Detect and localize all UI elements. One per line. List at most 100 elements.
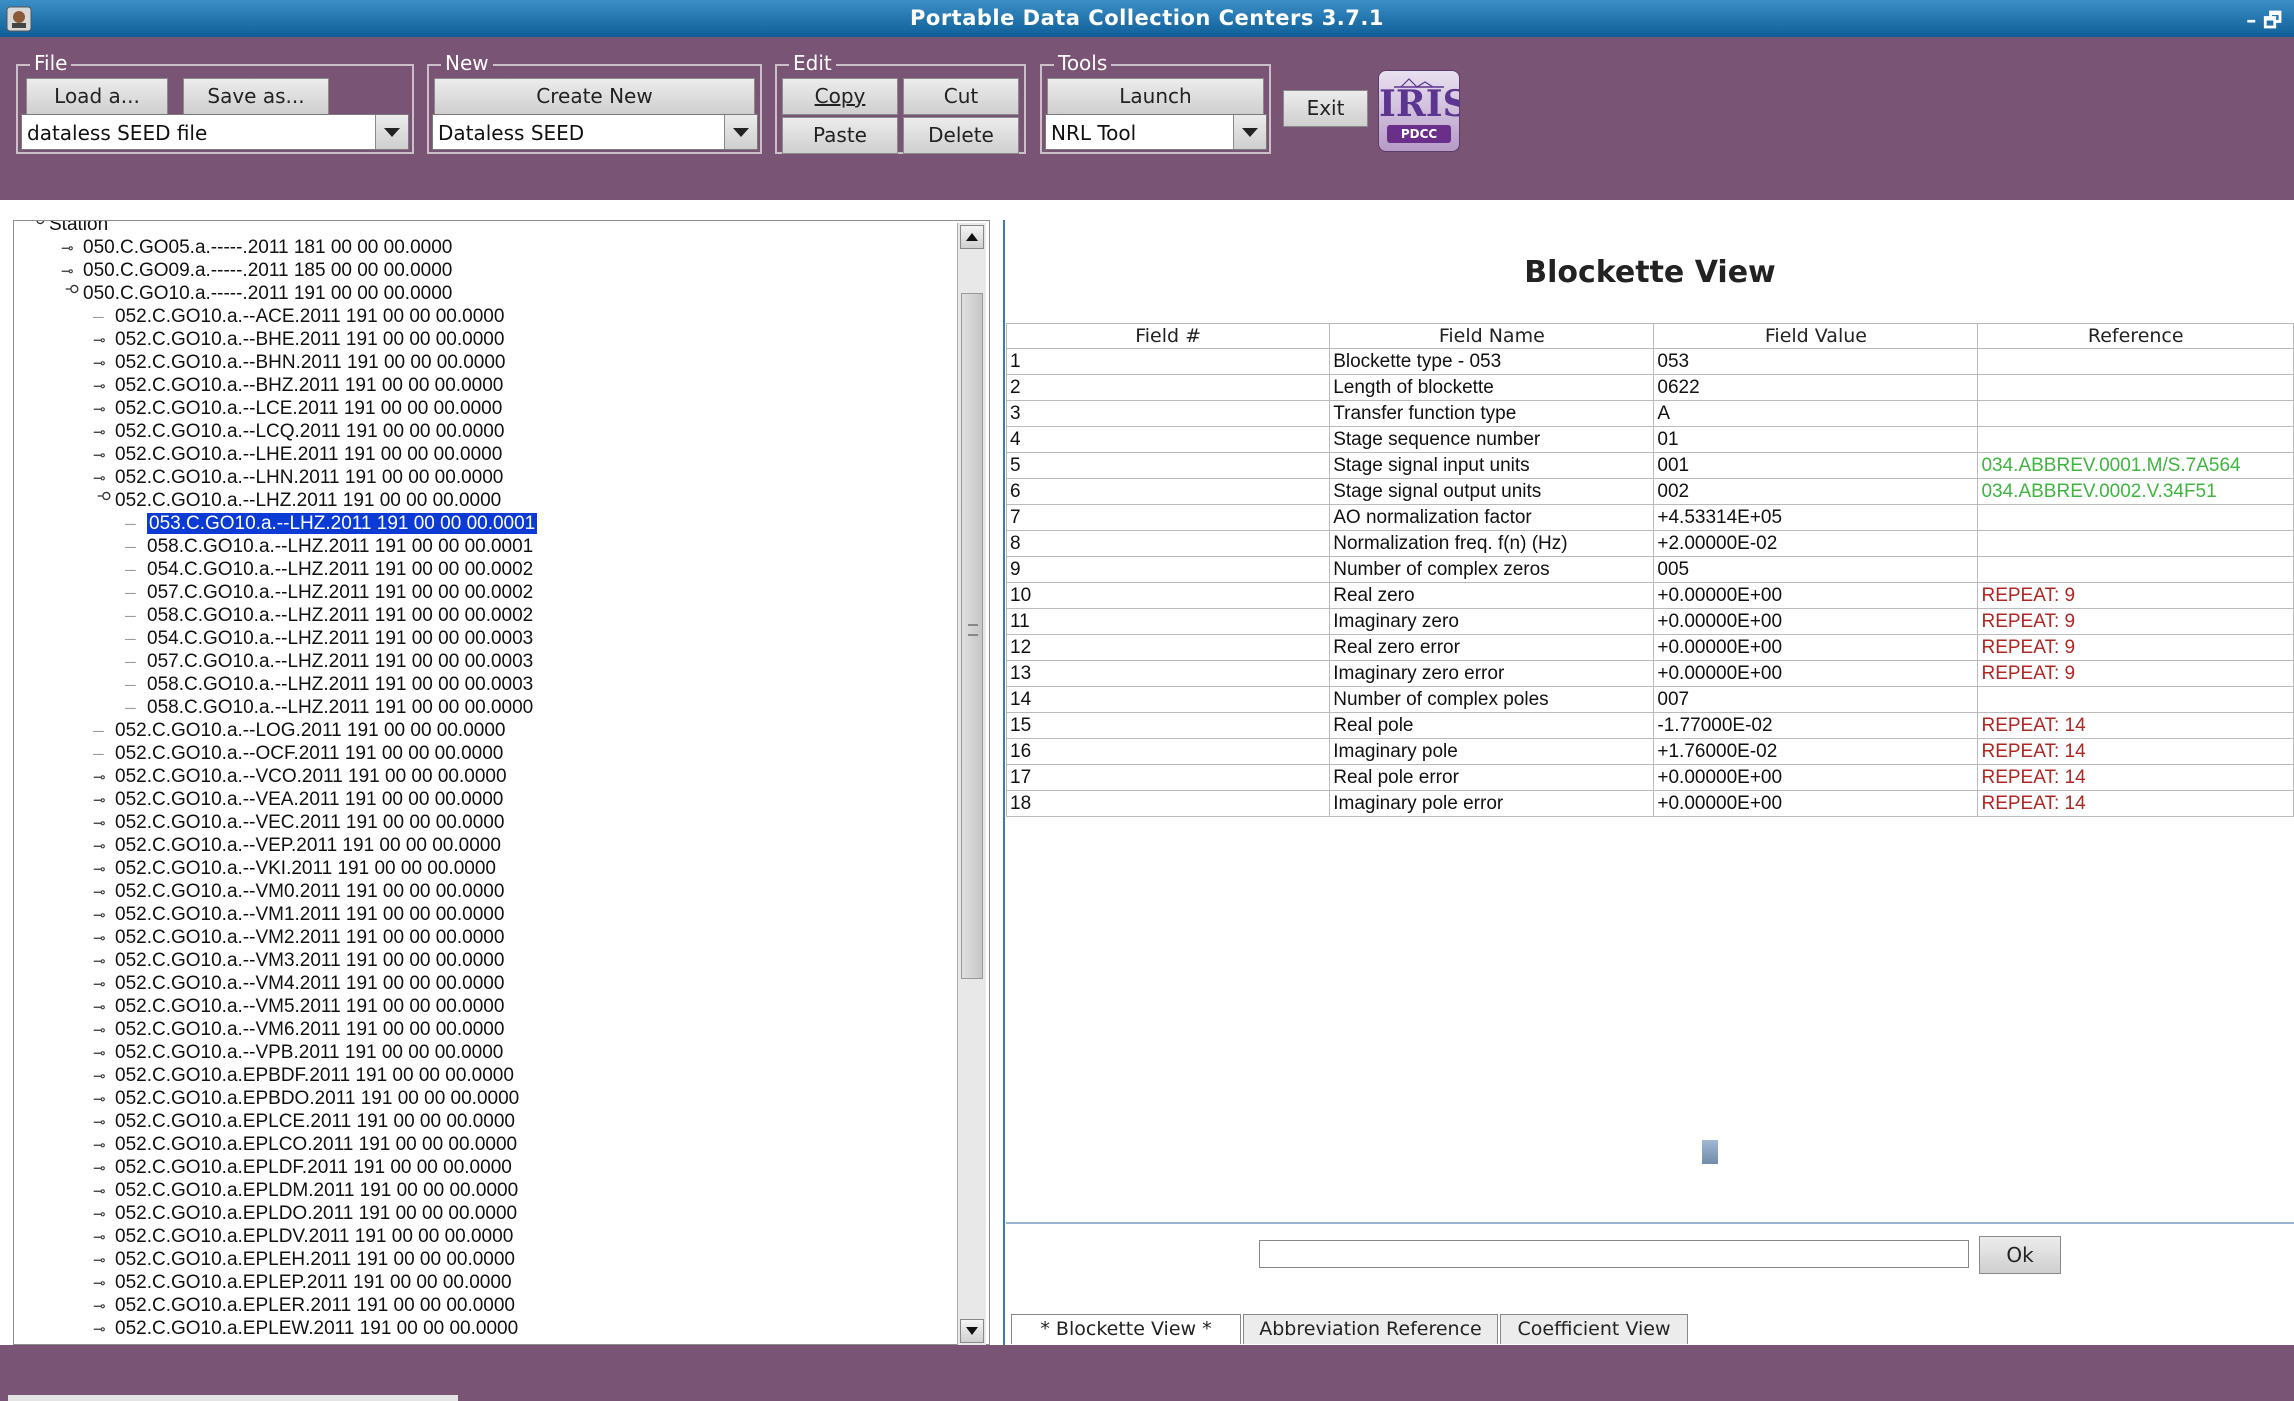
node-collapsed-icon[interactable]: ⊸ <box>93 973 115 996</box>
tree-node[interactable]: ⊸ 052.C.GO10.a.EPBDO.2011 191 00 00 00.00… <box>93 1087 519 1110</box>
tree-node[interactable]: ⊸ 052.C.GO10.a.EPLEP.2011 191 00 00 00.00… <box>93 1271 512 1294</box>
node-collapsed-icon[interactable]: ⊸ <box>93 1157 115 1180</box>
node-collapsed-icon[interactable]: ⊸ <box>93 1203 115 1226</box>
node-collapsed-icon[interactable]: ⊸ <box>93 1318 115 1341</box>
node-collapsed-icon[interactable]: ⊸ <box>93 812 115 835</box>
node-collapsed-icon[interactable]: ⊸ <box>93 398 115 421</box>
node-collapsed-icon[interactable]: ⊸ <box>93 766 115 789</box>
exit-button[interactable]: Exit <box>1283 90 1368 127</box>
message-field[interactable] <box>1259 1240 1969 1268</box>
node-collapsed-icon[interactable]: ⊸ <box>93 789 115 812</box>
table-row[interactable]: 12 Real zero error +0.00000E+00 REPEAT: 9 <box>1005 634 2294 661</box>
tab-coefficient-view[interactable]: Coefficient View <box>1500 1314 1688 1344</box>
paste-button[interactable]: Paste <box>782 117 898 154</box>
tree-node[interactable]: ⊸ 052.C.GO10.a.--LHE.2011 191 00 00 00.00… <box>93 443 502 466</box>
header-reference[interactable]: Reference <box>1977 323 2294 349</box>
chevron-down-icon[interactable] <box>375 115 408 149</box>
node-expanded-icon[interactable]: ⚲ <box>61 284 84 306</box>
tree-node[interactable]: ⊸ 052.C.GO10.a.EPLEH.2011 191 00 00 00.00… <box>93 1248 515 1271</box>
tree-node[interactable]: ⊸ 052.C.GO10.a.EPLCE.2011 191 00 00 00.00… <box>93 1110 515 1133</box>
tree-node[interactable]: ⊸ 052.C.GO10.a.--BHN.2011 191 00 00 00.00… <box>93 351 505 374</box>
tree-node[interactable]: ─ 058.C.GO10.a.--LHZ.2011 191 00 00 00.00… <box>125 604 533 627</box>
load-button[interactable]: Load a... <box>26 78 168 115</box>
table-row[interactable]: 1 Blockette type - 053 053 <box>1005 348 2294 375</box>
table-row[interactable]: 15 Real pole -1.77000E-02 REPEAT: 14 <box>1005 712 2294 739</box>
tree-node[interactable]: ─ 057.C.GO10.a.--LHZ.2011 191 00 00 00.00… <box>125 650 533 673</box>
tree-node[interactable]: ⊸ 052.C.GO10.a.--VM5.2011 191 00 00 00.00… <box>93 995 504 1018</box>
tree-node[interactable]: ⊸ 052.C.GO10.a.--VM0.2011 191 00 00 00.00… <box>93 880 504 903</box>
tree-node[interactable]: ⊸ 052.C.GO10.a.EPLDV.2011 191 00 00 00.00… <box>93 1225 513 1248</box>
node-collapsed-icon[interactable]: ⊸ <box>93 881 115 904</box>
save-as-button[interactable]: Save as... <box>183 78 329 115</box>
tree-node[interactable]: ⊸ 052.C.GO10.a.EPLEW.2011 191 00 00 00.00… <box>93 1317 518 1340</box>
node-collapsed-icon[interactable]: ⊸ <box>93 1226 115 1249</box>
table-row[interactable]: 3 Transfer function type A <box>1005 400 2294 427</box>
tree-node[interactable]: ⊸ 050.C.GO05.a.-----.2011 181 00 00 00.00… <box>61 236 452 259</box>
table-row[interactable]: 7 AO normalization factor +4.53314E+05 <box>1005 504 2294 531</box>
table-row[interactable]: 5 Stage signal input units 001 034.ABBREV.0… <box>1005 452 2294 479</box>
node-collapsed-icon[interactable]: ⊸ <box>61 237 83 260</box>
window-controls[interactable]: – 🗗 <box>2246 6 2282 40</box>
tree-node[interactable]: ─ 052.C.GO10.a.--ACE.2011 191 00 00 00.00… <box>93 305 504 328</box>
node-collapsed-icon[interactable]: ⊸ <box>93 1134 115 1157</box>
node-collapsed-icon[interactable]: ⊸ <box>93 1019 115 1042</box>
node-collapsed-icon[interactable]: ⊸ <box>93 1249 115 1272</box>
panel-divider[interactable] <box>1006 1222 2294 1224</box>
table-row[interactable]: 8 Normalization freq. f(n) (Hz) +2.00000E-… <box>1005 530 2294 557</box>
tree-node[interactable]: ⊸ 052.C.GO10.a.EPLDF.2011 191 00 00 00.00… <box>93 1156 512 1179</box>
scrollbar-thumb[interactable] <box>961 293 983 979</box>
header-field-num[interactable]: Field # <box>1005 323 1331 349</box>
table-row[interactable]: 4 Stage sequence number 01 <box>1005 426 2294 453</box>
node-collapsed-icon[interactable]: ⊸ <box>93 1111 115 1134</box>
tree-node[interactable]: ⊸ 052.C.GO10.a.--VEC.2011 191 00 00 00.00… <box>93 811 504 834</box>
copy-button[interactable]: Copy <box>782 78 898 115</box>
table-row[interactable]: 2 Length of blockette 0622 <box>1005 374 2294 401</box>
tree-node[interactable]: ─ 052.C.GO10.a.--LOG.2011 191 00 00 00.00… <box>93 719 505 742</box>
header-field-name[interactable]: Field Name <box>1329 323 1655 349</box>
node-collapsed-icon[interactable]: ⊸ <box>93 1042 115 1065</box>
node-collapsed-icon[interactable]: ⊸ <box>93 467 115 490</box>
tree-node[interactable]: ⊸ 052.C.GO10.a.--BHE.2011 191 00 00 00.00… <box>93 328 504 351</box>
table-row[interactable]: 18 Imaginary pole error +0.00000E+00 REPEAT… <box>1005 790 2294 817</box>
node-collapsed-icon[interactable]: ⊸ <box>93 1295 115 1318</box>
tab-blockette-view[interactable]: * Blockette View * <box>1011 1314 1241 1344</box>
create-new-button[interactable]: Create New <box>434 78 755 115</box>
tree-node[interactable]: ⚲ 050.C.GO10.a.-----.2011 191 00 00 00.00… <box>61 282 453 306</box>
tree-node[interactable]: ⊸ 052.C.GO10.a.--LCE.2011 191 00 00 00.00… <box>93 397 502 420</box>
tree-node[interactable]: ⊸ 052.C.GO10.a.--VKI.2011 191 00 00 00.00… <box>93 857 496 880</box>
chevron-down-icon[interactable] <box>1233 115 1266 149</box>
tree-node[interactable]: ─ 058.C.GO10.a.--LHZ.2011 191 00 00 00.00… <box>125 696 533 719</box>
tree-node[interactable]: ⊸ 052.C.GO10.a.EPBDF.2011 191 00 00 00.00… <box>93 1064 514 1087</box>
tree-node[interactable]: ⊸ 052.C.GO10.a.EPLDO.2011 191 00 00 00.00… <box>93 1202 517 1225</box>
node-collapsed-icon[interactable]: ⊸ <box>93 996 115 1019</box>
node-collapsed-icon[interactable]: ⊸ <box>93 329 115 352</box>
tree-node[interactable]: ─ 058.C.GO10.a.--LHZ.2011 191 00 00 00.00… <box>125 673 533 696</box>
tree-node[interactable]: ⊸ 052.C.GO10.a.--VEP.2011 191 00 00 00.00… <box>93 834 501 857</box>
file-type-combo[interactable]: dataless SEED file <box>21 114 409 150</box>
node-collapsed-icon[interactable]: ⊸ <box>93 1088 115 1111</box>
tree-node[interactable]: ─ 057.C.GO10.a.--LHZ.2011 191 00 00 00.00… <box>125 581 533 604</box>
node-collapsed-icon[interactable]: ⊸ <box>93 950 115 973</box>
tree-node[interactable]: ⊸ 052.C.GO10.a.EPLDM.2011 191 00 00 00.00… <box>93 1179 518 1202</box>
table-row[interactable]: 16 Imaginary pole +1.76000E-02 REPEAT: 14 <box>1005 738 2294 765</box>
tree-node[interactable]: ⊸ 052.C.GO10.a.--VPB.2011 191 00 00 00.00… <box>93 1041 503 1064</box>
node-collapsed-icon[interactable]: ⊸ <box>93 858 115 881</box>
node-collapsed-icon[interactable]: ⊸ <box>93 352 115 375</box>
tree-node[interactable]: ─ 058.C.GO10.a.--LHZ.2011 191 00 00 00.00… <box>125 535 533 558</box>
tree-node[interactable]: ⊸ 050.C.GO09.a.-----.2011 185 00 00 00.00… <box>61 259 452 282</box>
scroll-down-arrow-icon[interactable] <box>960 1319 984 1343</box>
tree-node[interactable]: ⊸ 052.C.GO10.a.--VM6.2011 191 00 00 00.00… <box>93 1018 504 1041</box>
tree-node[interactable]: ⊸ 052.C.GO10.a.EPLER.2011 191 00 00 00.00… <box>93 1294 515 1317</box>
launch-button[interactable]: Launch <box>1047 78 1264 115</box>
node-collapsed-icon[interactable]: ⊸ <box>93 444 115 467</box>
ok-button[interactable]: Ok <box>1979 1236 2061 1274</box>
tree-node[interactable]: ─ 054.C.GO10.a.--LHZ.2011 191 00 00 00.00… <box>125 627 533 650</box>
tree-node[interactable]: ⊸ 052.C.GO10.a.--LCQ.2011 191 00 00 00.00… <box>93 420 504 443</box>
tree-root-station[interactable]: ⚲ Station <box>27 221 109 237</box>
table-row[interactable]: 11 Imaginary zero +0.00000E+00 REPEAT: 9 <box>1005 608 2294 635</box>
node-collapsed-icon[interactable]: ⊸ <box>93 375 115 398</box>
node-collapsed-icon[interactable]: ⊸ <box>93 904 115 927</box>
cell-ref[interactable]: 034.ABBREV.0002.V.34F51 <box>1977 478 2294 505</box>
node-expanded-icon[interactable]: ⚲ <box>27 221 50 237</box>
tree-node[interactable]: ⊸ 052.C.GO10.a.--VM3.2011 191 00 00 00.00… <box>93 949 504 972</box>
